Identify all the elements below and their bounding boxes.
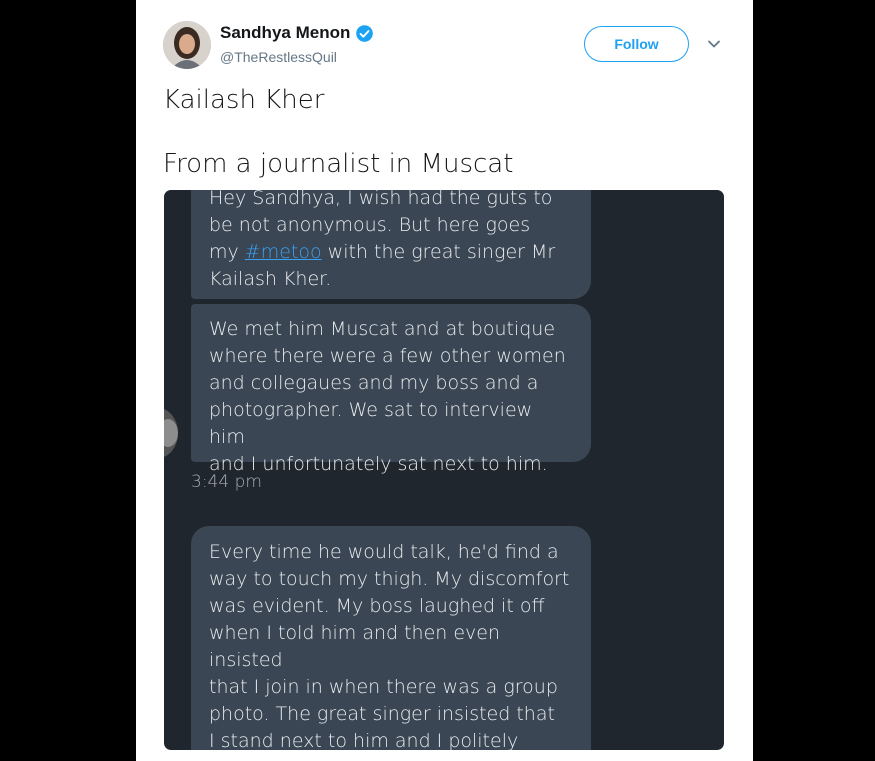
follow-button[interactable]: Follow xyxy=(584,26,689,62)
message-bubble-2: We met him Muscat and at boutique where … xyxy=(191,304,591,475)
chevron-down-icon[interactable] xyxy=(706,36,722,52)
metoo-hashtag-link[interactable]: #metoo xyxy=(245,241,322,263)
message-bubble-3: Every time he would talk, he'd find a wa… xyxy=(191,526,591,750)
tweet-card: Sandhya Menon @TheRestlessQuil Follow Ka… xyxy=(136,0,753,761)
tweet-text: Kailash Kher From a journalist in Muscat xyxy=(163,84,733,180)
tweet-text-line-2: From a journalist in Muscat xyxy=(163,149,514,179)
sender-avatar-partial xyxy=(164,408,178,458)
message-timestamp: 3:44 pm xyxy=(191,472,262,492)
verified-badge-icon xyxy=(356,24,374,42)
tweet-text-line-1: Kailash Kher xyxy=(163,85,325,115)
author-name-row[interactable]: Sandhya Menon xyxy=(220,23,374,43)
message-bubble-1: Hey Sandhya, I wish had the guts to be n… xyxy=(191,190,591,299)
tweet-media-screenshot[interactable]: Hey Sandhya, I wish had the guts to be n… xyxy=(164,190,724,750)
author-handle[interactable]: @TheRestlessQuil xyxy=(220,49,337,65)
author-name[interactable]: Sandhya Menon xyxy=(220,23,350,43)
avatar[interactable] xyxy=(163,21,211,69)
